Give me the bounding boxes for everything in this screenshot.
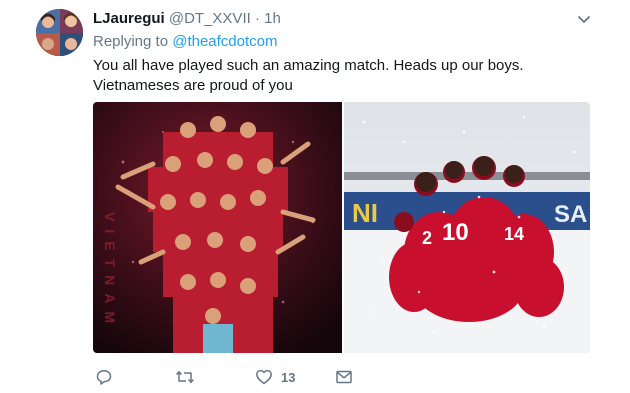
replying-prefix: Replying to bbox=[93, 33, 169, 50]
advert-board-text: NI bbox=[352, 198, 378, 228]
snow-huddle-photo[interactable]: NI SA 2 10 14 bbox=[344, 102, 590, 353]
retweet-button[interactable] bbox=[175, 367, 195, 387]
retweet-icon bbox=[175, 368, 195, 386]
avatar[interactable] bbox=[36, 9, 83, 56]
tweet-header: LJauregui @DT_XXVII · 1h bbox=[93, 10, 281, 28]
team-poster-photo[interactable]: VIETNAM bbox=[93, 102, 342, 353]
jersey-number: 14 bbox=[504, 224, 524, 244]
direct-message-button[interactable] bbox=[335, 367, 353, 387]
chevron-down-icon[interactable] bbox=[575, 10, 593, 28]
tweet-media: VIETNAM NI SA 2 10 14 bbox=[93, 102, 590, 353]
like-count: 13 bbox=[281, 369, 296, 385]
advert-board-text-2: SA bbox=[554, 201, 587, 228]
timestamp[interactable]: 1h bbox=[264, 10, 281, 27]
reply-mention-link[interactable]: @theafcdotcom bbox=[172, 33, 277, 50]
jersey-number: 10 bbox=[442, 219, 469, 246]
separator-dot: · bbox=[254, 10, 260, 27]
user-handle[interactable]: @DT_XXVII bbox=[169, 10, 251, 27]
reply-icon bbox=[95, 368, 113, 386]
heart-icon bbox=[255, 368, 273, 386]
tweet[interactable]: LJauregui @DT_XXVII · 1h Replying to @th… bbox=[0, 0, 630, 393]
poster-vertical-text: VIETNAM bbox=[102, 212, 118, 331]
like-button[interactable]: 13 bbox=[255, 367, 295, 387]
tweet-actions: 13 bbox=[95, 367, 395, 387]
display-name[interactable]: LJauregui bbox=[93, 10, 165, 27]
jersey-number: 2 bbox=[422, 228, 432, 248]
reply-button[interactable] bbox=[95, 367, 113, 387]
envelope-icon bbox=[335, 368, 353, 386]
replying-to: Replying to @theafcdotcom bbox=[93, 33, 278, 50]
tweet-text: You all have played such an amazing matc… bbox=[93, 57, 524, 94]
